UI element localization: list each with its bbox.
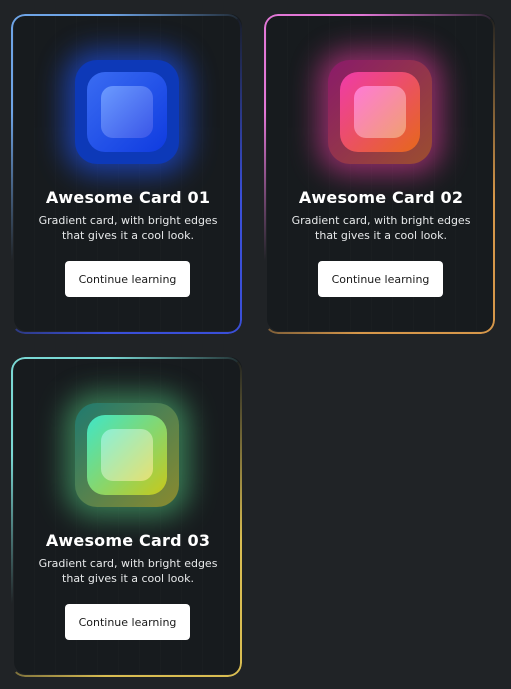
icon-inner-layer (101, 86, 153, 138)
card-description: Gradient card, with bright edges that gi… (38, 214, 218, 242)
continue-learning-button[interactable]: Continue learning (65, 261, 190, 297)
card-gallery: Awesome Card 01 Gradient card, with brig… (0, 0, 511, 689)
card-01: Awesome Card 01 Gradient card, with brig… (11, 14, 242, 334)
rounded-square-teal-icon (65, 393, 189, 517)
card-panel: Awesome Card 03 Gradient card, with brig… (14, 357, 242, 674)
card-title: Awesome Card 01 (45, 188, 211, 207)
card-title: Awesome Card 03 (45, 531, 211, 550)
icon-inner-layer (101, 429, 153, 481)
card-description: Gradient card, with bright edges that gi… (291, 214, 471, 242)
icon-inner-layer (354, 86, 406, 138)
card-panel: Awesome Card 01 Gradient card, with brig… (14, 14, 242, 331)
card-02: Awesome Card 02 Gradient card, with brig… (264, 14, 495, 334)
card-panel: Awesome Card 02 Gradient card, with brig… (267, 14, 495, 331)
rounded-square-blue-icon (65, 50, 189, 174)
card-title: Awesome Card 02 (298, 188, 464, 207)
continue-learning-button[interactable]: Continue learning (65, 604, 190, 640)
rounded-square-pink-icon (318, 50, 442, 174)
continue-learning-button[interactable]: Continue learning (318, 261, 443, 297)
card-description: Gradient card, with bright edges that gi… (38, 557, 218, 585)
card-03: Awesome Card 03 Gradient card, with brig… (11, 357, 242, 677)
